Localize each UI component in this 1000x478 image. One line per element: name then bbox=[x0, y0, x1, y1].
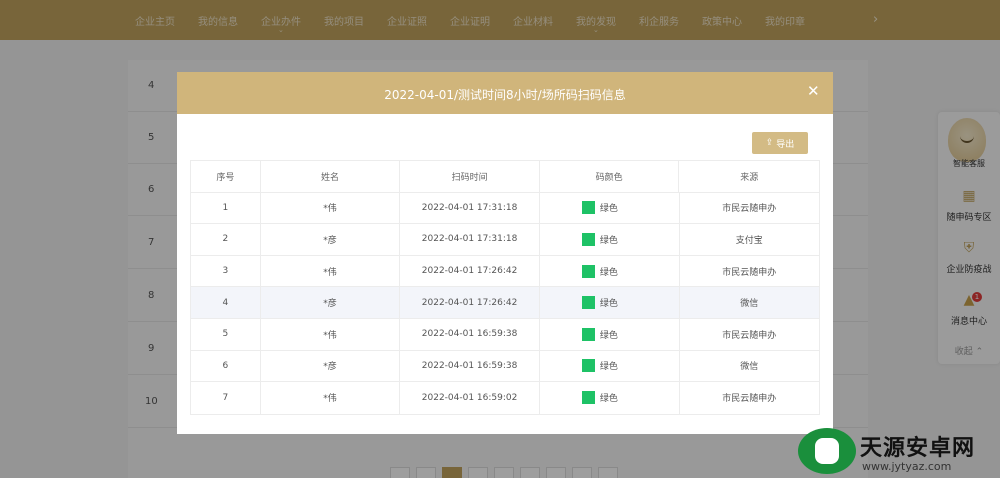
cell-source: 微信 bbox=[740, 362, 759, 373]
green-swatch-icon bbox=[581, 296, 595, 310]
column-header: 来源 bbox=[740, 172, 759, 183]
table-row[interactable]: 7 *伟 2022-04-01 16:59:02 绿色 市民云随申办 bbox=[191, 382, 819, 414]
column-header: 码颜色 bbox=[540, 161, 680, 192]
cell-name: *彦 bbox=[261, 287, 401, 318]
cell-color: 绿色 bbox=[540, 192, 680, 224]
modal-header: 2022-04-01/测试时间8小时/场所码扫码信息 ✕ bbox=[177, 72, 833, 114]
cell-time: 2022-04-01 16:59:38 bbox=[400, 350, 540, 382]
cell-color: 绿色 bbox=[540, 382, 680, 414]
table-row[interactable]: 1 *伟 2022-04-01 17:31:18 绿色 市民云随申办 bbox=[191, 192, 819, 225]
cell-color: 绿色 bbox=[540, 350, 680, 382]
table-row[interactable]: 3 *伟 2022-04-01 17:26:42 绿色 市民云随申办 bbox=[191, 255, 819, 288]
table-row[interactable]: 6 *彦 2022-04-01 16:59:38 绿色 微信 bbox=[191, 350, 819, 383]
site-watermark: 天源安卓网 www.jytyaz.com bbox=[798, 424, 994, 478]
export-label: 导出 bbox=[776, 139, 795, 150]
cell-time: 2022-04-01 17:31:18 bbox=[400, 224, 540, 255]
color-label: 绿色 bbox=[599, 235, 618, 246]
cell-index: 4 bbox=[191, 287, 261, 318]
watermark-url: www.jytyaz.com bbox=[862, 460, 952, 473]
android-logo-icon bbox=[798, 428, 856, 474]
cell-color: 绿色 bbox=[540, 318, 680, 350]
cell-index: 1 bbox=[191, 192, 261, 224]
table-row-hovered[interactable]: 4 *彦 2022-04-01 17:26:42 绿色 微信 bbox=[191, 287, 819, 319]
scan-records-table: 序号 姓名 扫码时间 码颜色 来源 1 *伟 2022-04-01 17:31:… bbox=[190, 160, 820, 415]
cell-time: 2022-04-01 16:59:02 bbox=[400, 382, 540, 414]
cell-name: *伟 bbox=[261, 382, 401, 414]
cell-time: 2022-04-01 16:59:38 bbox=[400, 318, 540, 350]
green-swatch-icon bbox=[581, 391, 595, 405]
cell-name: *伟 bbox=[261, 192, 401, 224]
column-header: 扫码时间 bbox=[400, 161, 540, 192]
cell-index: 7 bbox=[191, 382, 261, 414]
cell-time: 2022-04-01 17:31:18 bbox=[400, 192, 540, 224]
green-swatch-icon bbox=[581, 359, 595, 373]
cell-source: 市民云随申办 bbox=[722, 394, 777, 405]
color-label: 绿色 bbox=[599, 267, 618, 278]
green-swatch-icon bbox=[581, 264, 595, 278]
cell-source: 微信 bbox=[740, 299, 759, 310]
cell-time: 2022-04-01 17:26:42 bbox=[400, 255, 540, 287]
table-header: 序号 姓名 扫码时间 码颜色 来源 bbox=[191, 161, 819, 193]
cell-source: 市民云随申办 bbox=[722, 330, 777, 341]
cell-color: 绿色 bbox=[540, 224, 680, 255]
color-label: 绿色 bbox=[599, 362, 618, 373]
export-button[interactable]: ⇪ 导出 bbox=[752, 132, 808, 154]
modal-title: 2022-04-01/测试时间8小时/场所码扫码信息 bbox=[384, 88, 626, 102]
scan-info-modal: 2022-04-01/测试时间8小时/场所码扫码信息 ✕ ⇪ 导出 序号 姓名 … bbox=[177, 72, 833, 434]
upload-icon: ⇪ bbox=[765, 138, 774, 148]
color-label: 绿色 bbox=[599, 394, 618, 405]
cell-time: 2022-04-01 17:26:42 bbox=[400, 287, 540, 318]
cell-index: 5 bbox=[191, 318, 261, 350]
cell-source: 市民云随申办 bbox=[722, 204, 777, 215]
cell-name: *伟 bbox=[261, 318, 401, 350]
color-label: 绿色 bbox=[599, 299, 618, 310]
cell-name: *彦 bbox=[261, 224, 401, 255]
column-header: 序号 bbox=[191, 161, 261, 192]
cell-source: 市民云随申办 bbox=[722, 267, 777, 278]
cell-index: 6 bbox=[191, 350, 261, 382]
column-header: 姓名 bbox=[261, 161, 401, 192]
watermark-name: 天源安卓网 bbox=[860, 436, 976, 461]
color-label: 绿色 bbox=[599, 330, 618, 341]
cell-index: 2 bbox=[191, 224, 261, 255]
close-icon[interactable]: ✕ bbox=[807, 82, 820, 100]
cell-source: 支付宝 bbox=[735, 235, 763, 246]
cell-name: *彦 bbox=[261, 350, 401, 382]
table-row[interactable]: 5 *伟 2022-04-01 16:59:38 绿色 市民云随申办 bbox=[191, 318, 819, 351]
cell-index: 3 bbox=[191, 255, 261, 287]
color-label: 绿色 bbox=[599, 204, 618, 215]
cell-color: 绿色 bbox=[540, 287, 680, 318]
table-row[interactable]: 2 *彦 2022-04-01 17:31:18 绿色 支付宝 bbox=[191, 224, 819, 256]
green-swatch-icon bbox=[581, 327, 595, 341]
green-swatch-icon bbox=[581, 232, 595, 246]
cell-color: 绿色 bbox=[540, 255, 680, 287]
cell-name: *伟 bbox=[261, 255, 401, 287]
green-swatch-icon bbox=[581, 201, 595, 215]
